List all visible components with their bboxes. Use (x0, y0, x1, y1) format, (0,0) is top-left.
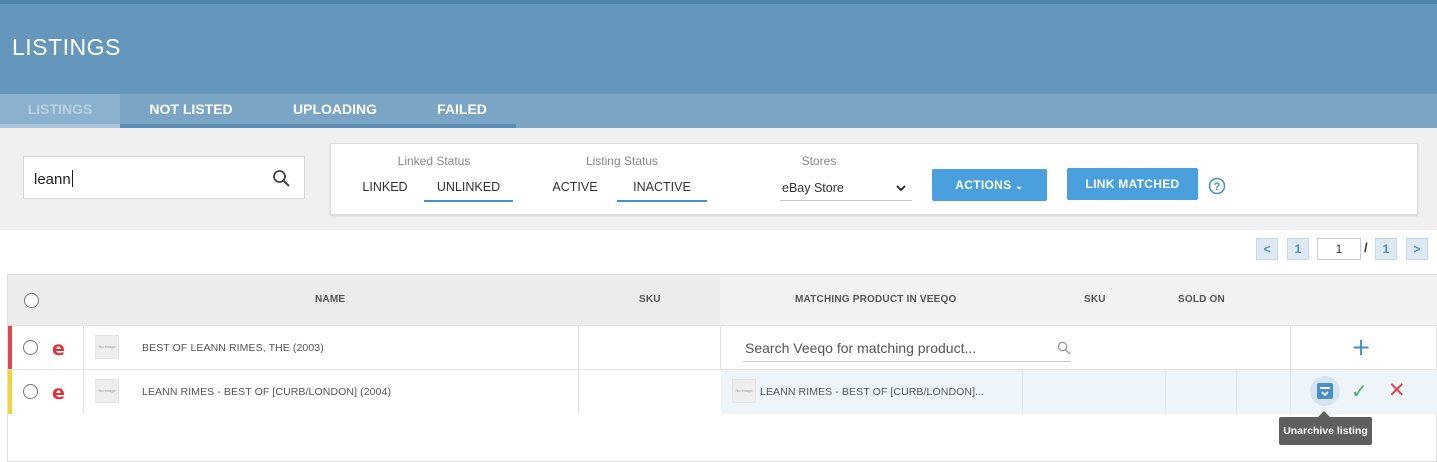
page-number-input[interactable]: 1 (1317, 238, 1361, 260)
confirm-match-icon[interactable]: ✓ (1351, 379, 1368, 403)
tab-uploading[interactable]: UPLOADING (276, 94, 394, 128)
actions-button[interactable]: ACTIONS ⌄ (932, 169, 1047, 201)
search-value: leann (34, 170, 73, 188)
header-sold-on: SOLD ON (1178, 294, 1225, 305)
tab-listings[interactable]: LISTINGS (0, 94, 120, 128)
filter-inactive[interactable]: INACTIVE (617, 176, 707, 202)
ebay-icon: e (52, 338, 65, 360)
row-select-radio[interactable] (23, 384, 38, 399)
listing-thumbnail: No image (95, 335, 119, 359)
header-sku: SKU (639, 294, 661, 305)
filter-panel: Linked Status LINKED UNLINKED Listing St… (330, 143, 1418, 215)
store-select[interactable]: eBay Store (780, 177, 912, 201)
filter-active[interactable]: ACTIVE (544, 176, 606, 202)
row-status-marker (8, 370, 12, 414)
row-status-marker (8, 326, 12, 370)
link-matched-button[interactable]: LINK MATCHED (1067, 168, 1198, 200)
archive-icon (1317, 383, 1333, 399)
matched-product-name: LEANN RIMES - BEST OF [CURB/LONDON]... (760, 386, 985, 398)
svg-text:?: ? (1214, 181, 1221, 193)
next-page-button[interactable]: > (1406, 238, 1428, 260)
linked-status-title: Linked Status (397, 154, 471, 168)
search-icon (1057, 341, 1071, 355)
stores-title: Stores (801, 154, 837, 168)
listings-table: NAME SKU MATCHING PRODUCT IN VEEQO SKU S… (7, 274, 1437, 462)
search-input[interactable]: leann (23, 156, 305, 199)
filter-area: leann Linked Status LINKED UNLINKED List… (0, 128, 1437, 230)
help-icon[interactable]: ? (1208, 177, 1226, 195)
search-icon[interactable] (272, 169, 290, 187)
listing-status-title: Listing Status (585, 154, 659, 168)
table-header: NAME SKU MATCHING PRODUCT IN VEEQO SKU S… (8, 275, 1437, 325)
matched-product-thumbnail: No image (732, 379, 756, 403)
add-product-icon[interactable]: + (1351, 335, 1371, 359)
filter-linked[interactable]: LINKED (357, 176, 413, 202)
last-page-button[interactable]: 1 (1375, 238, 1397, 260)
unarchive-tooltip: Unarchive listing (1279, 417, 1372, 445)
tab-failed[interactable]: FAILED (410, 94, 514, 128)
prev-page-button[interactable]: < (1256, 238, 1278, 260)
select-all-radio[interactable] (24, 293, 39, 308)
chevron-down-icon (896, 185, 906, 192)
unarchive-button[interactable] (1310, 376, 1340, 406)
tab-not-listed[interactable]: NOT LISTED (132, 94, 250, 128)
listing-name: LEANN RIMES - BEST OF [CURB/LONDON] (200… (142, 386, 392, 398)
filter-unlinked[interactable]: UNLINKED (424, 176, 513, 202)
header-name: NAME (315, 294, 346, 305)
match-search-input[interactable]: Search Veeqo for matching product... (743, 334, 1071, 362)
listing-name: BEST OF LEANN RIMES, THE (2003) (142, 342, 324, 354)
first-page-button[interactable]: 1 (1287, 238, 1309, 260)
table-row[interactable]: e No image LEANN RIMES - BEST OF [CURB/L… (8, 369, 1437, 414)
tab-bar: LISTINGS NOT LISTED UPLOADING FAILED (0, 94, 1437, 128)
chevron-down-icon: ⌄ (1015, 181, 1024, 192)
listing-thumbnail: No image (95, 379, 119, 403)
reject-match-icon[interactable]: ✕ (1388, 378, 1406, 402)
page-separator: / (1364, 240, 1368, 255)
page-title: LISTINGS (12, 34, 121, 60)
table-row[interactable]: e No image BEST OF LEANN RIMES, THE (200… (8, 325, 1437, 370)
header-sku-veeqo: SKU (1084, 294, 1106, 305)
header-matching-product: MATCHING PRODUCT IN VEEQO (795, 294, 957, 305)
store-select-value: eBay Store (782, 181, 844, 195)
ebay-icon: e (52, 382, 65, 404)
row-select-radio[interactable] (23, 340, 38, 355)
